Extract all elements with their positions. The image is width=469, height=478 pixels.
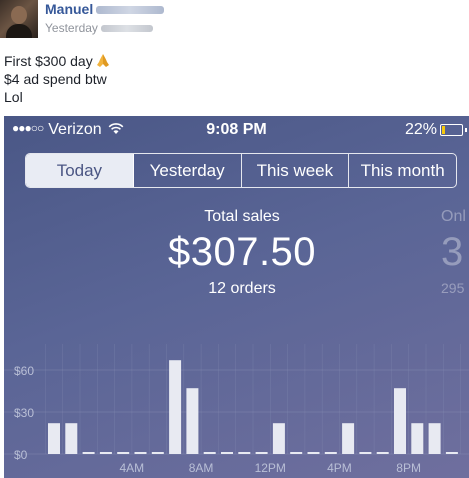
bar[interactable] [65, 423, 78, 454]
date-range-tabs: Today Yesterday This week This month [25, 153, 457, 188]
tab-today[interactable]: Today [26, 154, 134, 187]
bar[interactable] [221, 452, 233, 454]
y-tick-label: $30 [14, 406, 34, 420]
bar[interactable] [99, 452, 112, 454]
bar[interactable] [134, 452, 147, 454]
tab-this-week[interactable]: This week [242, 154, 350, 187]
orders-count: 12 orders [208, 280, 276, 297]
bar[interactable] [359, 452, 372, 454]
redacted-surname [96, 6, 165, 15]
post-timestamp[interactable]: Yesterday [45, 21, 153, 35]
bar[interactable] [186, 388, 199, 454]
bar[interactable] [411, 423, 424, 454]
post-line-2: $4 ad spend btw [4, 71, 107, 87]
y-tick-label: $0 [14, 448, 28, 462]
bar[interactable] [307, 452, 320, 454]
x-tick-label: 8PM [396, 461, 421, 475]
next-card-value: 3 [441, 230, 464, 274]
bar[interactable] [272, 423, 285, 454]
bar[interactable] [203, 452, 216, 454]
next-card-sub: 295 [441, 280, 465, 296]
bar[interactable] [290, 452, 303, 454]
praying-hands-icon [96, 54, 109, 67]
battery-percent: 22% [404, 121, 437, 138]
hourly-sales-chart: $0 $30 $60 4AM 8AM 12PM 4PM 8PM [4, 344, 469, 475]
x-tick-label: 4AM [120, 461, 145, 475]
author-name[interactable]: Manuel [45, 1, 165, 17]
bar[interactable] [151, 452, 164, 454]
post-body: First $300 day $4 ad spend btw Lol [4, 52, 111, 106]
x-tick-label: 8AM [189, 461, 214, 475]
ios-status-bar: ●●●○○ Verizon 9:08 PM 22% [4, 116, 469, 144]
post-line-3: Lol [4, 89, 23, 105]
tab-yesterday[interactable]: Yesterday [134, 154, 242, 187]
bar[interactable] [445, 452, 458, 454]
bar[interactable] [255, 452, 268, 454]
total-sales-value: $307.50 [167, 230, 317, 274]
bar[interactable] [238, 452, 251, 454]
bar[interactable] [342, 423, 355, 454]
bar[interactable] [376, 452, 389, 454]
bar[interactable] [428, 423, 441, 454]
next-card-label: Onl [441, 208, 466, 225]
status-time: 9:08 PM [206, 121, 267, 138]
post-header: Manuel Yesterday [0, 0, 469, 40]
tab-this-month[interactable]: This month [349, 154, 456, 187]
bar[interactable] [324, 452, 337, 454]
post-line-1: First $300 day [4, 52, 111, 70]
y-tick-label: $60 [14, 364, 34, 378]
bar[interactable] [48, 423, 60, 454]
x-tick-label: 4PM [327, 461, 352, 475]
total-sales-label: Total sales [204, 208, 280, 225]
shopify-app-screenshot: ●●●○○ Verizon 9:08 PM 22% Today Yesterday… [4, 116, 469, 478]
bar[interactable] [394, 388, 406, 454]
bar[interactable] [82, 452, 95, 454]
redacted-time [100, 25, 153, 33]
battery-icon [440, 124, 467, 136]
bar[interactable] [117, 452, 130, 454]
avatar[interactable] [0, 0, 38, 38]
x-tick-label: 12PM [255, 461, 286, 475]
bar[interactable] [169, 360, 182, 454]
